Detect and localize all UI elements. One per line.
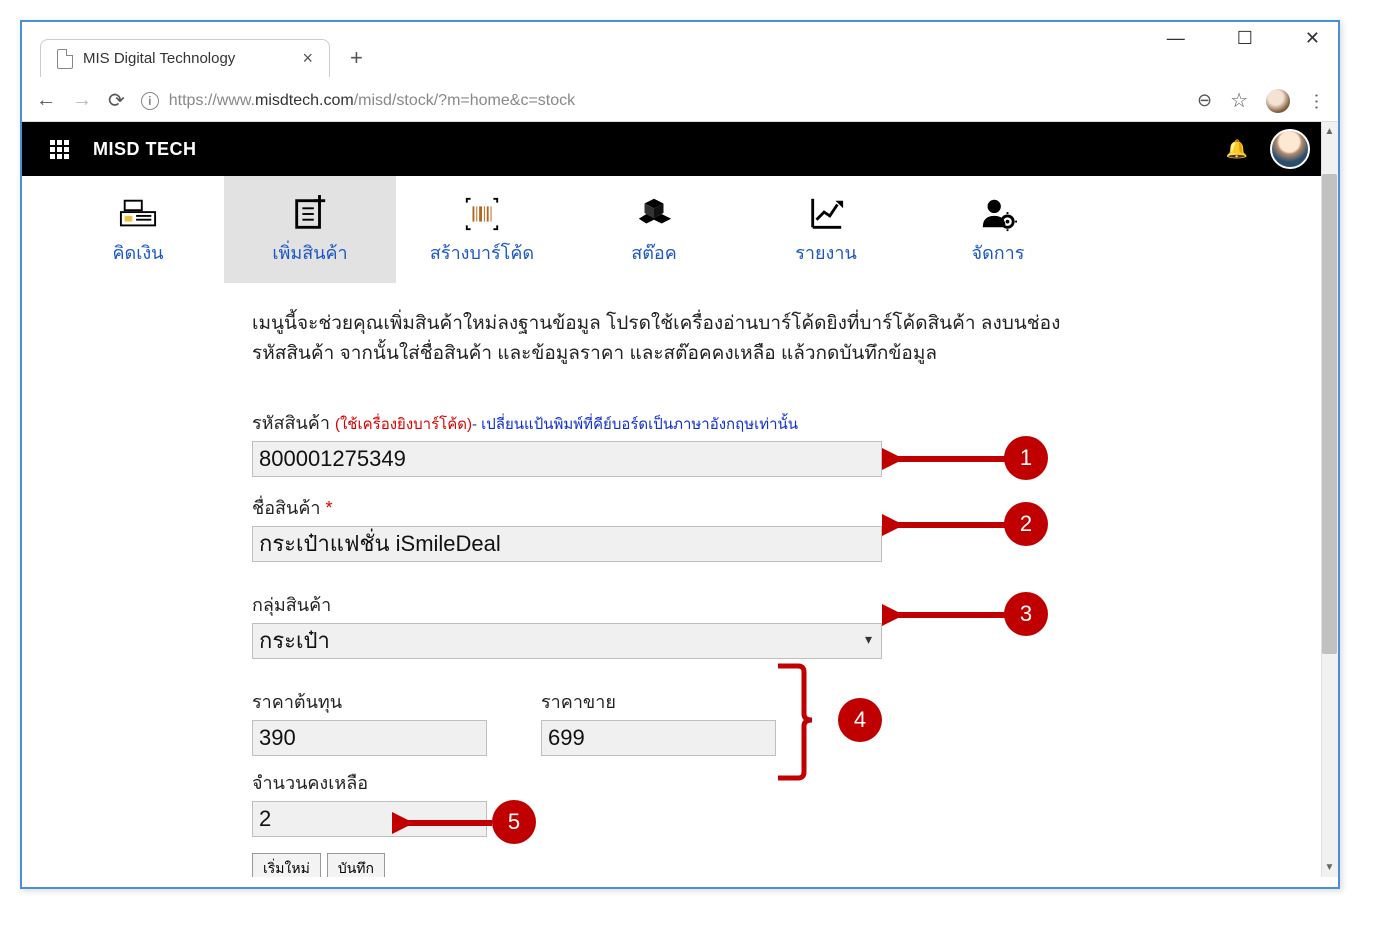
page-scroll[interactable]: MISD TECH 🔔 คิดเงิน เพิ่มสิน [22,122,1338,877]
nav-barcode[interactable]: สร้างบาร์โค้ด [396,176,568,283]
zoom-icon[interactable]: ⊖ [1197,90,1212,111]
product-group-select[interactable] [252,623,882,659]
apps-grid-icon[interactable] [50,140,69,159]
save-button[interactable]: บันทึก [327,853,385,877]
url-field[interactable]: i https://www.misdtech.com/misd/stock/?m… [141,92,1181,110]
product-name-label: ชื่อสินค้า * [252,493,1072,522]
app-header: MISD TECH 🔔 [22,122,1338,176]
user-avatar[interactable] [1270,129,1310,169]
product-code-label: รหัสสินค้า (ใช้เครื่องยิงบาร์โค้ด)- เปลี… [252,408,1072,437]
reset-button[interactable]: เริ่มใหม่ [252,853,321,877]
scroll-up-icon[interactable]: ▲ [1322,124,1337,139]
chart-icon [740,190,912,238]
brand-title: MISD TECH [93,139,197,160]
product-name-input[interactable] [252,526,882,562]
form-area: เมนูนี้จะช่วยคุณเพิ่มสินค้าใหม่ลงฐานข้อม… [22,283,1072,877]
profile-avatar-small[interactable] [1266,89,1290,113]
nav-stock[interactable]: สต๊อค [568,176,740,283]
kebab-menu-icon[interactable]: ⋯ [1306,93,1327,109]
forward-button[interactable]: → [72,89,92,112]
toolbar-right: ⊖ ☆ ⋯ [1197,88,1324,113]
new-tab-button[interactable]: + [350,45,363,71]
browser-tab[interactable]: MIS Digital Technology × [40,39,330,77]
tab-close-button[interactable]: × [302,48,313,69]
quantity-label: จำนวนคงเหลือ [252,768,487,797]
scrollbar-thumb[interactable] [1322,174,1337,654]
main-nav: คิดเงิน เพิ่มสินค้า สร้างบาร์โค้ด [52,176,1338,283]
site-info-icon[interactable]: i [141,92,159,110]
scroll-down-icon[interactable]: ▼ [1322,860,1337,875]
cost-price-label: ราคาต้นทุน [252,687,487,716]
tab-title: MIS Digital Technology [83,50,235,67]
quantity-input[interactable] [252,801,487,837]
window-controls: — ☐ ✕ [1157,24,1330,53]
product-group-label: กลุ่มสินค้า [252,590,1072,619]
browser-window: — ☐ ✕ MIS Digital Technology × + ← → ⟳ i… [20,20,1340,889]
nav-manage[interactable]: จัดการ [912,176,1084,283]
user-gear-icon [912,190,1084,238]
scrollbar[interactable]: ▲ ▼ [1321,122,1338,877]
viewport: MISD TECH 🔔 คิดเงิน เพิ่มสิน [22,122,1338,877]
cash-register-icon [52,190,224,238]
address-bar: ← → ⟳ i https://www.misdtech.com/misd/st… [22,80,1338,122]
minimize-button[interactable]: — [1157,24,1195,53]
sale-price-label: ราคาขาย [541,687,776,716]
back-button[interactable]: ← [36,89,56,112]
boxes-icon [568,190,740,238]
tab-strip: MIS Digital Technology × + [22,36,1338,80]
intro-text: เมนูนี้จะช่วยคุณเพิ่มสินค้าใหม่ลงฐานข้อม… [252,309,1072,370]
bookmark-star-icon[interactable]: ☆ [1230,88,1248,113]
nav-add-product[interactable]: เพิ่มสินค้า [224,176,396,283]
url-text: https://www.misdtech.com/misd/stock/?m=h… [169,92,575,110]
barcode-icon [396,190,568,238]
sale-price-input[interactable] [541,720,776,756]
nav-report[interactable]: รายงาน [740,176,912,283]
product-code-input[interactable] [252,441,882,477]
cost-price-input[interactable] [252,720,487,756]
maximize-button[interactable]: ☐ [1227,24,1263,53]
reload-button[interactable]: ⟳ [108,88,125,113]
page-icon [57,49,73,69]
add-document-icon [224,190,396,238]
bell-icon[interactable]: 🔔 [1226,139,1248,160]
close-window-button[interactable]: ✕ [1295,24,1330,53]
nav-pos[interactable]: คิดเงิน [52,176,224,283]
